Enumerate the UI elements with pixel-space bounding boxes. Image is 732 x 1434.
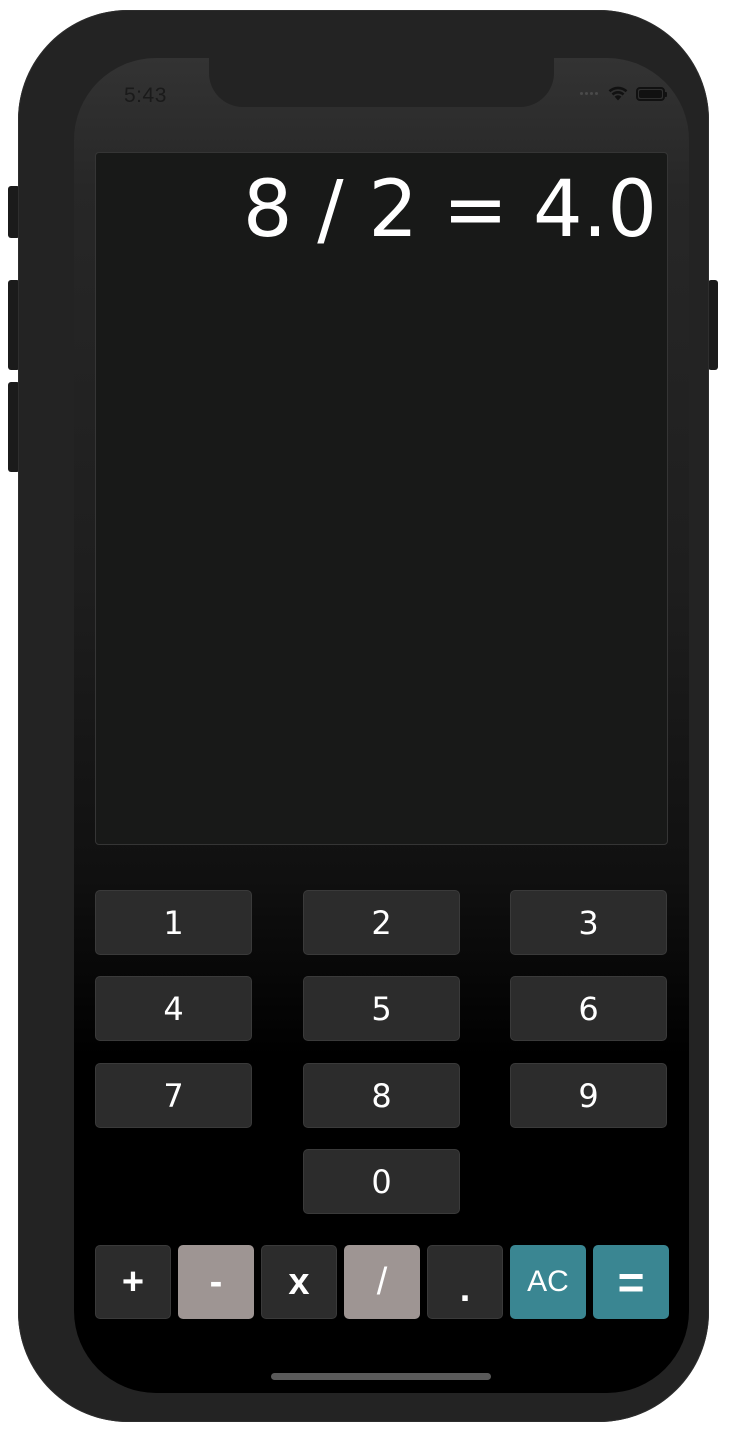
divide-button[interactable]: / xyxy=(344,1245,420,1319)
digit-0-button[interactable]: 0 xyxy=(303,1149,460,1214)
digit-8-button[interactable]: 8 xyxy=(303,1063,460,1128)
home-indicator[interactable] xyxy=(271,1373,491,1380)
digit-1-button[interactable]: 1 xyxy=(95,890,252,955)
phone-screen: 5:43 8 / 2 = 4.0 1 2 3 4 5 6 7 8 9 0 + -… xyxy=(74,58,689,1393)
page: 5:43 8 / 2 = 4.0 1 2 3 4 5 6 7 8 9 0 + -… xyxy=(0,0,732,1434)
battery-icon xyxy=(636,86,667,101)
clear-button[interactable]: AC xyxy=(510,1245,586,1319)
cellular-dots-icon xyxy=(580,92,598,95)
minus-button[interactable]: - xyxy=(178,1245,254,1319)
digit-4-button[interactable]: 4 xyxy=(95,976,252,1041)
wifi-icon xyxy=(608,86,628,101)
digit-7-button[interactable]: 7 xyxy=(95,1063,252,1128)
decimal-button[interactable]: . xyxy=(427,1245,503,1319)
digit-5-button[interactable]: 5 xyxy=(303,976,460,1041)
status-icons xyxy=(580,86,667,101)
digit-3-button[interactable]: 3 xyxy=(510,890,667,955)
plus-button[interactable]: + xyxy=(95,1245,171,1319)
status-time: 5:43 xyxy=(124,84,167,107)
display-expression: 8 / 2 = 4.0 xyxy=(242,165,657,255)
notch xyxy=(209,58,554,107)
digit-6-button[interactable]: 6 xyxy=(510,976,667,1041)
calculator-display: 8 / 2 = 4.0 xyxy=(95,152,668,845)
power-button xyxy=(708,280,718,370)
phone-frame: 5:43 8 / 2 = 4.0 1 2 3 4 5 6 7 8 9 0 + -… xyxy=(18,10,709,1422)
digit-2-button[interactable]: 2 xyxy=(303,890,460,955)
multiply-button[interactable]: x xyxy=(261,1245,337,1319)
equals-button[interactable]: = xyxy=(593,1245,669,1319)
digit-9-button[interactable]: 9 xyxy=(510,1063,667,1128)
